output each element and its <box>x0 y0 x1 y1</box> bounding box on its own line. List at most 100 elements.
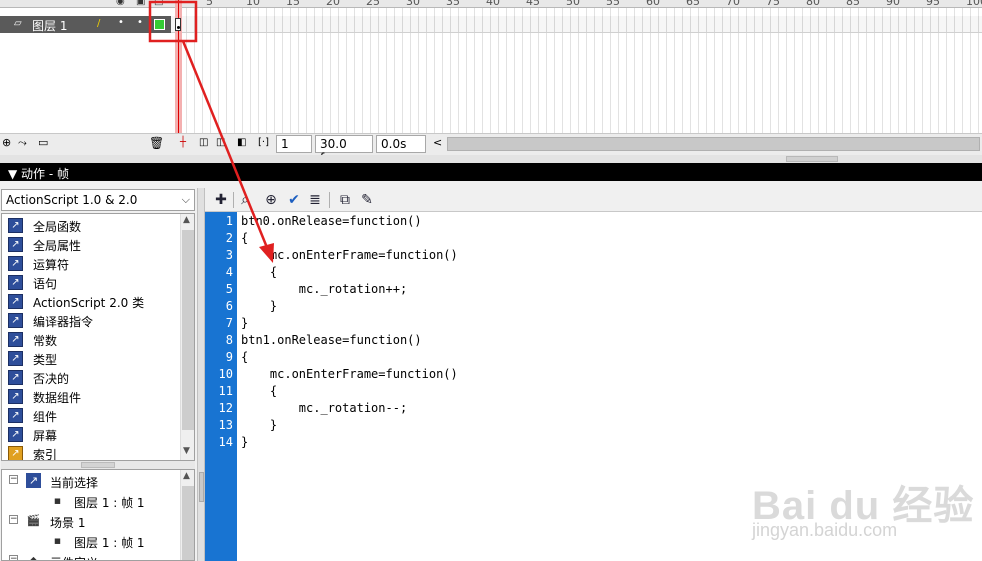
code-line[interactable]: mc.onEnterFrame=function() <box>241 366 458 383</box>
frame-rate-field[interactable]: 30.0 fps <box>315 135 373 165</box>
code-line[interactable]: { <box>241 383 277 400</box>
scroll-down-icon[interactable]: ▼ <box>183 446 190 456</box>
code-line[interactable]: mc._rotation--; <box>241 400 407 417</box>
toolbox-item[interactable]: ↗ 全局属性 <box>2 235 180 254</box>
eye-icon[interactable]: ◉ <box>116 0 125 7</box>
toolbox-item[interactable]: ↗ 组件 <box>2 406 180 425</box>
navigator-item[interactable]: − ↗ 当前选择 <box>2 472 180 491</box>
ruler-tick: 95 <box>926 0 940 8</box>
toolbox-item[interactable]: ↗ 索引 <box>2 444 180 460</box>
collapse-pane-handle[interactable] <box>197 188 205 561</box>
timeline-scrollbar[interactable] <box>447 137 980 151</box>
collapse-toggle-icon[interactable]: − <box>9 555 18 560</box>
navigator-item-label: 图层 1 : 帧 1 <box>74 536 145 550</box>
navigator-item[interactable]: − 🎬 场景 1 <box>2 512 180 531</box>
modify-markers-icon[interactable]: [·] <box>258 138 269 148</box>
scroll-up-icon[interactable]: ▲ <box>183 215 190 225</box>
toolbox-item[interactable]: ↗ 类型 <box>2 349 180 368</box>
debug-options-icon[interactable]: ✎ <box>357 190 377 210</box>
line-number: 11 <box>218 384 233 398</box>
lock-icon[interactable]: ▣ <box>136 0 145 7</box>
code-line[interactable]: mc._rotation++; <box>241 281 407 298</box>
script-navigator[interactable]: −↗当前选择▪图层 1 : 帧 1−🎬场景 1▪图层 1 : 帧 1−◆元件定义… <box>1 469 195 561</box>
onion-outline-icon[interactable]: ◫ <box>216 138 225 148</box>
layer-frames-row[interactable] <box>171 16 982 33</box>
line-number: 6 <box>225 299 233 313</box>
visibility-dot-icon[interactable]: • <box>118 18 124 28</box>
navigator-item-label: 元件定义 <box>50 554 98 560</box>
actions-panel-header[interactable]: ▼ 动作 - 帧 <box>0 163 982 181</box>
add-statement-icon[interactable]: ✚ <box>211 190 231 210</box>
toolbox-item[interactable]: ↗ 常数 <box>2 330 180 349</box>
insert-layer-icon[interactable]: ⊕ <box>2 137 11 148</box>
toolbar-divider <box>233 192 234 208</box>
code-line[interactable]: } <box>241 417 277 434</box>
toolbox-item[interactable]: ↗ 编译器指令 <box>2 311 180 330</box>
panel-splitter[interactable] <box>0 155 982 163</box>
toolbox-scroll-thumb[interactable] <box>182 230 194 430</box>
splitter-grip[interactable] <box>81 462 115 468</box>
code-line[interactable]: mc.onEnterFrame=function() <box>241 247 458 264</box>
find-icon[interactable]: ⌕ <box>235 190 255 210</box>
code-line[interactable]: { <box>241 230 248 247</box>
ruler-tick: 25 <box>366 0 380 8</box>
code-line[interactable]: btn1.onRelease=function() <box>241 332 422 349</box>
actions-toolbox[interactable]: ↗ 全局函数 ↗ 全局属性 ↗ 运算符 ↗ 语句 ↗ ActionScript 2.0 类 ↗ 编译器… <box>1 213 195 461</box>
outline-color-icon[interactable] <box>154 19 165 30</box>
actions-left-pane: ActionScript 1.0 & 2.0 ⌵ ↗ 全局函数 ↗ 全局属性 ↗ 运算符 ↗… <box>0 188 197 561</box>
scroll-left-icon[interactable]: < <box>433 137 442 148</box>
keyframe[interactable] <box>175 18 181 31</box>
collapse-arrow-icon[interactable] <box>199 472 204 502</box>
navigator-item[interactable]: − ◆ 元件定义 <box>2 552 180 560</box>
code-line[interactable]: } <box>241 315 248 332</box>
code-line[interactable]: } <box>241 298 277 315</box>
insert-folder-icon[interactable]: ▭ <box>38 137 48 148</box>
toolbox-item[interactable]: ↗ 屏幕 <box>2 425 180 444</box>
toolbox-item[interactable]: ↗ ActionScript 2.0 类 <box>2 292 180 311</box>
actionscript-version-select[interactable]: ActionScript 1.0 & 2.0 ⌵ <box>1 189 195 211</box>
line-number: 9 <box>225 350 233 364</box>
toolbox-item[interactable]: ↗ 语句 <box>2 273 180 292</box>
navigator-scrollbar[interactable]: ▲ <box>180 470 194 560</box>
frame-icon: ▪ <box>53 534 62 547</box>
ruler-tick: 40 <box>486 0 500 8</box>
line-number: 7 <box>225 316 233 330</box>
trash-icon[interactable]: 🗑 <box>149 137 164 149</box>
toolbox-splitter[interactable] <box>1 461 195 469</box>
splitter-grip[interactable] <box>786 156 838 162</box>
code-line[interactable]: btn0.onRelease=function() <box>241 213 422 230</box>
frame-ruler[interactable]: 5 10 15 20 25 30 35 40 45 50 55 60 65 70 75 80 85 90 95 100 <box>0 0 982 8</box>
code-line[interactable]: } <box>241 434 248 451</box>
check-syntax-icon[interactable]: ✔ <box>284 190 304 210</box>
onion-skin-icon[interactable]: ◫ <box>199 138 208 148</box>
scroll-up-icon[interactable]: ▲ <box>183 471 190 481</box>
auto-format-icon[interactable]: ≣ <box>305 190 325 210</box>
toolbox-item[interactable]: ↗ 数据组件 <box>2 387 180 406</box>
navigator-item[interactable]: ▪ 图层 1 : 帧 1 <box>2 532 180 551</box>
outline-icon[interactable]: □ <box>154 0 163 7</box>
layer-name: 图层 1 <box>32 19 68 33</box>
code-line[interactable]: { <box>241 264 277 281</box>
arrow-icon: ↗ <box>26 473 41 488</box>
collapse-toggle-icon[interactable]: − <box>9 515 18 524</box>
toolbox-item[interactable]: ↗ 否决的 <box>2 368 180 387</box>
toolbox-scrollbar[interactable]: ▲ ▼ <box>180 214 194 460</box>
line-number: 8 <box>225 333 233 347</box>
lock-dot-icon[interactable]: • <box>137 18 143 28</box>
navigator-scroll-thumb[interactable] <box>182 486 194 560</box>
panel-gap <box>0 181 982 188</box>
toolbox-item[interactable]: ↗ 运算符 <box>2 254 180 273</box>
code-hint-icon[interactable]: ⧉ <box>335 190 355 210</box>
code-line[interactable]: { <box>241 349 248 366</box>
add-guide-icon[interactable]: ⤳ <box>18 137 27 148</box>
target-path-icon[interactable]: ⊕ <box>261 190 281 210</box>
toolbox-item-label: 全局属性 <box>33 239 82 253</box>
toolbox-item[interactable]: ↗ 全局函数 <box>2 216 180 235</box>
navigator-item[interactable]: ▪ 图层 1 : 帧 1 <box>2 492 180 511</box>
layer-row[interactable]: ▱ 图层 1 / • • <box>0 16 171 33</box>
navigator-item-label: 图层 1 : 帧 1 <box>74 496 145 510</box>
center-frame-icon[interactable]: ┼ <box>180 138 186 148</box>
current-frame-field[interactable]: 1 <box>276 135 312 153</box>
edit-multiple-icon[interactable]: ◧ <box>237 138 246 148</box>
collapse-toggle-icon[interactable]: − <box>9 475 18 484</box>
